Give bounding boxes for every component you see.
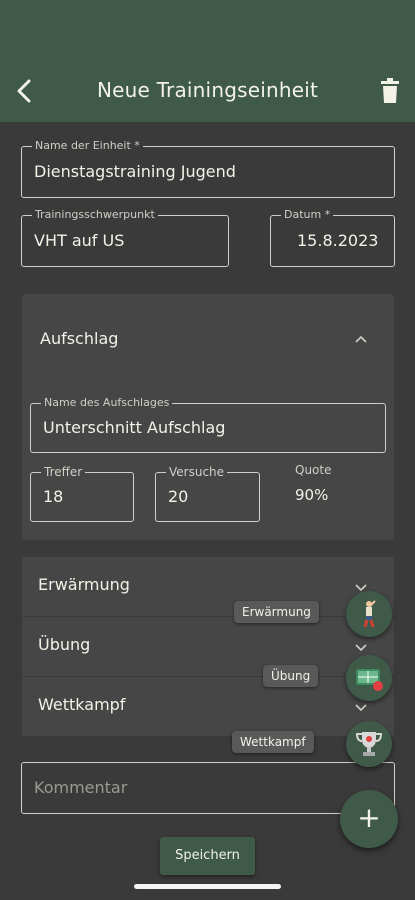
- section-uebung-label: Übung: [38, 635, 91, 654]
- serve-name-field[interactable]: Name des Aufschlages Unterschnitt Aufsch…: [30, 396, 386, 453]
- trash-icon[interactable]: [379, 78, 401, 104]
- serve-name-value: Unterschnitt Aufschlag: [43, 418, 226, 437]
- unit-name-value: Dienstagstraining Jugend: [34, 162, 236, 181]
- save-button[interactable]: Speichern: [160, 837, 255, 875]
- quote-value: 90%: [295, 486, 329, 504]
- date-field[interactable]: Datum * 15.8.2023: [270, 208, 395, 267]
- plus-icon: +: [357, 801, 381, 834]
- quote-label: Quote: [295, 463, 332, 477]
- versuche-label: Versuche: [166, 465, 228, 479]
- section-wettkampf[interactable]: Wettkampf: [22, 677, 394, 737]
- section-erwaermung-label: Erwärmung: [38, 575, 130, 594]
- date-value: 15.8.2023: [297, 231, 379, 250]
- serve-name-label: Name des Aufschlages: [41, 396, 173, 410]
- versuche-value: 20: [168, 487, 189, 506]
- chevron-down-icon: [355, 644, 367, 652]
- speed-dial-erwaermung-button[interactable]: [346, 591, 392, 637]
- focus-label: Trainingsschwerpunkt: [32, 208, 158, 222]
- section-erwaermung[interactable]: Erwärmung: [22, 557, 394, 617]
- comment-field[interactable]: Kommentar: [21, 762, 395, 814]
- speed-dial-wettkampf-button[interactable]: [346, 721, 392, 767]
- date-label: Datum *: [281, 208, 334, 222]
- section-wettkampf-label: Wettkampf: [38, 695, 126, 714]
- focus-value: VHT auf US: [34, 231, 125, 250]
- unit-name-label: Name der Einheit *: [32, 139, 143, 153]
- add-fab-button[interactable]: +: [340, 790, 398, 848]
- chevron-down-icon: [355, 704, 367, 712]
- chevron-up-icon[interactable]: [354, 334, 368, 344]
- comment-placeholder: Kommentar: [34, 778, 128, 797]
- speed-dial-label-wettkampf[interactable]: Wettkampf: [232, 731, 314, 753]
- aufschlag-title[interactable]: Aufschlag: [40, 329, 118, 348]
- warmup-icon: [363, 600, 376, 628]
- speed-dial-label-erwaermung[interactable]: Erwärmung: [234, 601, 319, 623]
- speed-dial-uebung-button[interactable]: [346, 655, 392, 701]
- aufschlag-panel: Aufschlag Name des Aufschlages Unterschn…: [22, 294, 394, 540]
- exercise-icon: [356, 669, 383, 691]
- speed-dial-label-uebung[interactable]: Übung: [263, 665, 319, 687]
- treffer-value: 18: [43, 487, 64, 506]
- versuche-field[interactable]: Versuche 20: [155, 465, 260, 522]
- trophy-icon: [355, 732, 383, 756]
- treffer-field[interactable]: Treffer 18: [30, 465, 134, 522]
- app-bar: Neue Trainingseinheit: [0, 0, 415, 122]
- page-title: Neue Trainingseinheit: [96, 78, 319, 102]
- treffer-label: Treffer: [41, 465, 86, 479]
- focus-field[interactable]: Trainingsschwerpunkt VHT auf US: [21, 208, 229, 267]
- home-indicator: [134, 884, 281, 889]
- section-uebung[interactable]: Übung: [22, 617, 394, 677]
- unit-name-field[interactable]: Name der Einheit * Dienstagstraining Jug…: [21, 139, 395, 198]
